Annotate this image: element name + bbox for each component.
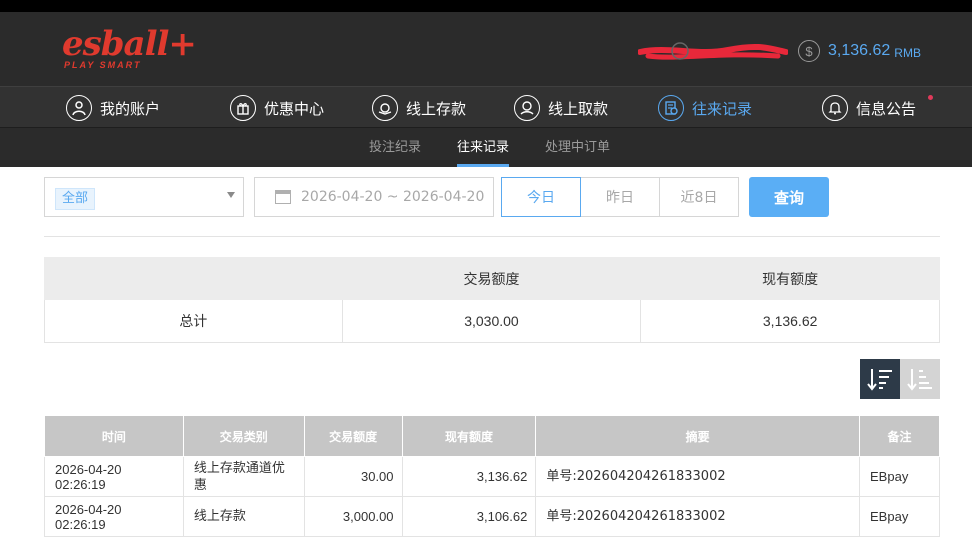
balance-value: 3,136.62	[828, 42, 891, 59]
brand-name: esball+	[62, 24, 197, 64]
cell-type: 线上存款通道优惠	[182, 456, 305, 497]
col-balance: 现有额度	[401, 415, 537, 457]
dollar-coin-icon: $	[798, 40, 820, 62]
summary-header-blank	[44, 257, 343, 300]
cell-note: EBpay	[859, 456, 940, 497]
records-header-row: 时间 交易类别 交易额度 现有额度 摘要 备注	[44, 415, 940, 457]
col-time: 时间	[44, 415, 184, 457]
selected-type-chip: 全部	[55, 188, 96, 210]
range-yesterday-button[interactable]: 昨日	[580, 177, 660, 217]
nav-announcements[interactable]: 信息公告	[822, 87, 916, 129]
notification-dot	[928, 95, 933, 100]
col-summary: 摘要	[535, 415, 861, 457]
summary-total-label: 总计	[44, 299, 343, 343]
records-icon	[658, 95, 684, 121]
cell-summary: 单号:202604204261833002	[535, 496, 861, 537]
cell-summary: 单号:202604204261833002	[535, 456, 861, 497]
site-header: esball+ PLAY SMART $ 3,136.62 RMB	[0, 12, 972, 86]
nav-label: 线上存款	[406, 99, 467, 118]
subtab-pending-orders[interactable]: 处理中订单	[545, 128, 610, 167]
cell-amount: 30.00	[303, 456, 403, 497]
summary-row: 总计 3,030.00 3,136.62	[44, 299, 940, 343]
range-last8days-button[interactable]: 近8日	[659, 177, 739, 217]
cell-balance: 3,136.62	[401, 456, 537, 497]
nav-label: 我的账户	[100, 99, 161, 118]
col-note: 备注	[859, 415, 940, 457]
records-table: 时间 交易类别 交易额度 现有额度 摘要 备注 2026-04-20 02:26…	[44, 415, 940, 537]
chevron-down-icon	[227, 192, 235, 198]
table-row: 2026-04-20 02:26:19 线上存款通道优惠 30.00 3,136…	[44, 456, 940, 497]
date-range-input[interactable]: 2026-04-20 ~ 2026-04-20	[254, 177, 494, 217]
brand-tagline: PLAY SMART	[64, 60, 142, 70]
redaction-scribble	[638, 42, 788, 60]
top-strip	[0, 0, 972, 12]
date-range-value: 2026-04-20 ~ 2026-04-20	[301, 189, 485, 205]
nav-online-deposit[interactable]: 线上存款	[372, 87, 466, 129]
subtab-transactions[interactable]: 往来记录	[457, 128, 510, 167]
summary-table: 交易额度 现有额度 总计 3,030.00 3,136.62	[44, 257, 940, 343]
cell-type: 线上存款	[182, 496, 305, 537]
subtab-bet-records[interactable]: 投注纪录	[369, 128, 421, 167]
main-nav: 我的账户 优惠中心 线上存款 线上取款 往来记录 信息公告	[0, 86, 972, 128]
sort-desc-icon	[867, 369, 892, 391]
col-amount: 交易额度	[303, 415, 403, 457]
account-balance: $ 3,136.62 RMB	[798, 38, 921, 64]
sort-asc-button[interactable]	[900, 359, 940, 399]
deposit-icon	[372, 95, 398, 121]
summary-header-amount: 交易额度	[341, 257, 642, 300]
brand-logo[interactable]: esball+ PLAY SMART	[62, 26, 197, 76]
nav-records[interactable]: 往来记录	[658, 87, 752, 129]
sort-desc-button[interactable]	[860, 359, 900, 399]
sub-nav: 投注纪录 往来记录 处理中订单	[0, 128, 972, 167]
summary-total-balance: 3,136.62	[640, 299, 940, 343]
col-type: 交易类别	[182, 415, 305, 457]
summary-total-amount: 3,030.00	[341, 299, 642, 343]
nav-my-account[interactable]: 我的账户	[66, 87, 160, 129]
cell-time: 2026-04-20 02:26:19	[44, 496, 184, 537]
gift-icon	[230, 95, 256, 121]
nav-label: 优惠中心	[264, 99, 325, 118]
withdraw-icon	[514, 95, 540, 121]
cell-note: EBpay	[859, 496, 940, 537]
nav-label: 往来记录	[692, 99, 753, 118]
nav-promotions[interactable]: 优惠中心	[230, 87, 324, 129]
calendar-icon	[275, 190, 291, 204]
nav-label: 线上取款	[548, 99, 609, 118]
cell-amount: 3,000.00	[303, 496, 403, 537]
cell-time: 2026-04-20 02:26:19	[44, 456, 184, 497]
table-row: 2026-04-20 02:26:19 线上存款 3,000.00 3,106.…	[44, 496, 940, 537]
user-icon	[66, 95, 92, 121]
nav-online-withdraw[interactable]: 线上取款	[514, 87, 608, 129]
sort-asc-icon	[907, 369, 932, 391]
balance-currency: RMB	[894, 45, 921, 60]
nav-label: 信息公告	[856, 99, 917, 118]
summary-header-balance: 现有额度	[640, 257, 940, 300]
query-button[interactable]: 查询	[749, 177, 829, 217]
divider	[44, 236, 940, 237]
cell-balance: 3,106.62	[401, 496, 537, 537]
range-today-button[interactable]: 今日	[501, 177, 581, 217]
bell-icon	[822, 95, 848, 121]
transaction-type-select[interactable]: 全部	[44, 177, 244, 217]
